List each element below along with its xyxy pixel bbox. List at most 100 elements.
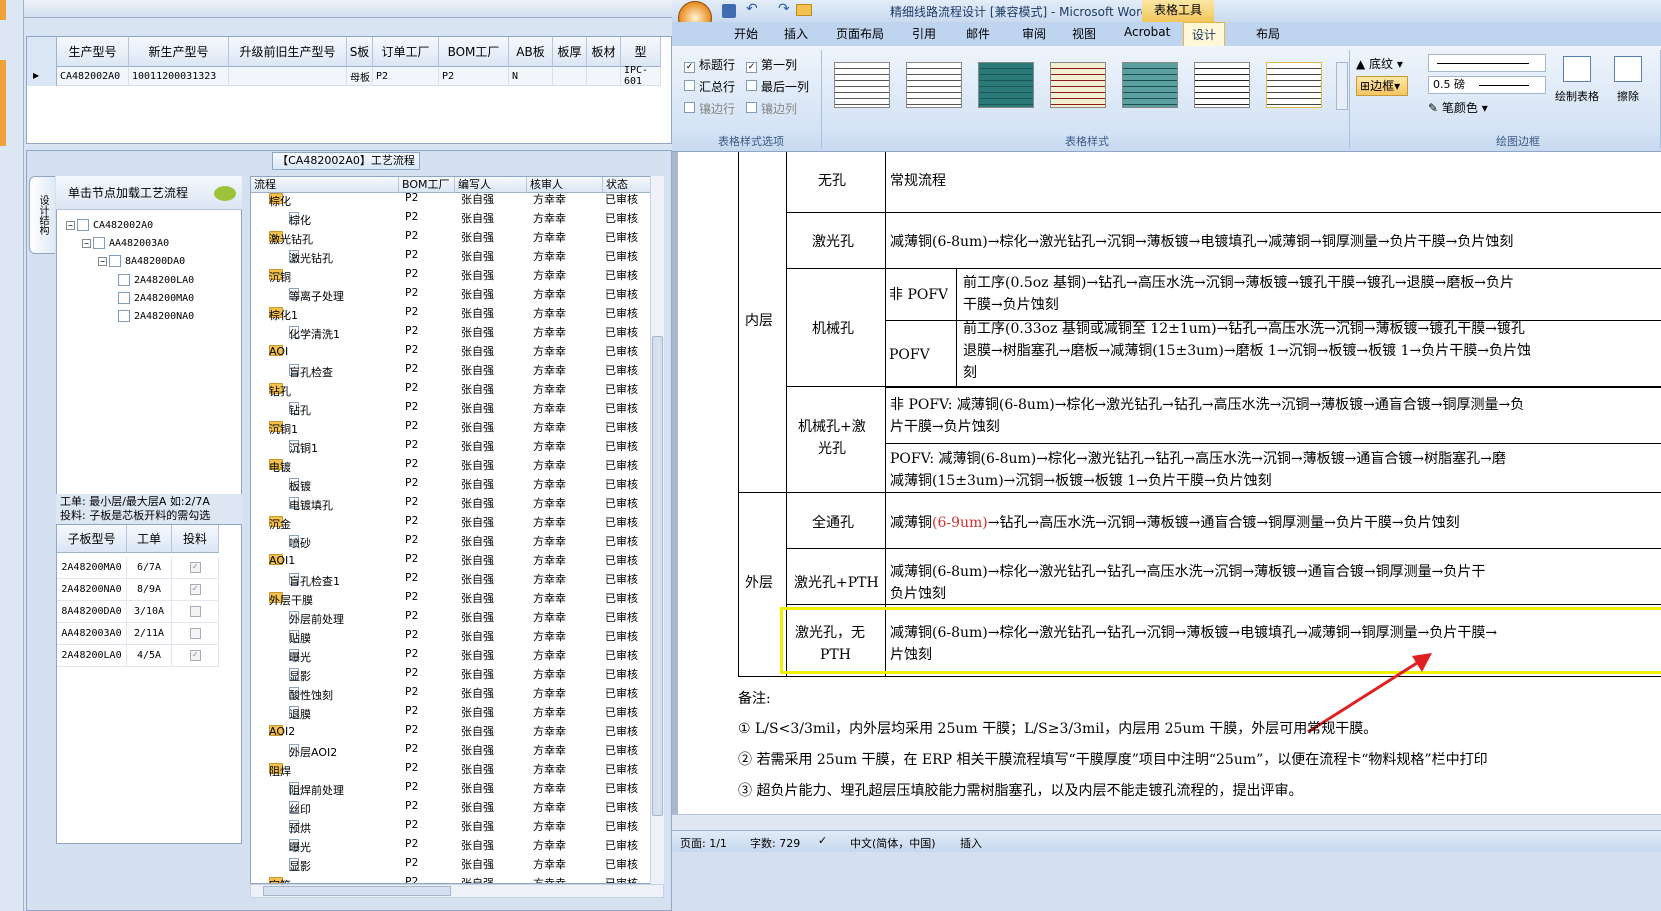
flow-row[interactable]: 丝印 P2 张自强 方幸幸 已审核 <box>251 797 649 816</box>
sub-board-grid[interactable]: 子板型号 工单 投料 2A48200MA0 6/7A ✓ 2A48200NA0 8/9A ✓ 8A… <box>56 524 242 844</box>
language[interactable]: 中文(简体，中国) <box>850 835 936 851</box>
flow-row[interactable]: AOI2 P2 张自强 方幸幸 已审核 <box>251 721 649 740</box>
table-cell[interactable]: 机械孔 <box>812 318 854 341</box>
flow-row[interactable]: 字符 P2 张自强 方幸幸 已审核 <box>251 873 649 883</box>
checkbox[interactable] <box>109 255 121 267</box>
grid1-header[interactable]: AB板 <box>509 37 553 67</box>
flow-row[interactable]: 等离子处理 P2 张自强 方幸幸 已审核 <box>251 284 649 303</box>
style-option[interactable]: 汇总行 <box>684 78 735 95</box>
flow-row[interactable]: 棕化 P2 张自强 方幸幸 已审核 <box>251 208 649 227</box>
table-cell[interactable]: 减薄铜(6-8um)→棕化→激光钻孔→沉铜→薄板镀→电镀填孔→减薄铜→铜厚测量→… <box>890 231 1661 254</box>
feed-checkbox[interactable] <box>189 606 201 617</box>
table-style-swatch[interactable] <box>1266 62 1322 108</box>
style-option[interactable]: 镶边行 <box>684 100 735 117</box>
grid1-header[interactable]: BOM工厂 <box>439 37 509 67</box>
subgrid-header[interactable]: 投料 <box>172 525 219 553</box>
flow-row[interactable]: AOI1 P2 张自强 方幸幸 已审核 <box>251 550 649 569</box>
save-icon[interactable] <box>722 4 736 18</box>
proofing-icon[interactable]: ✓ <box>818 834 827 847</box>
tree-node[interactable]: − 8A48200DA0 <box>98 254 185 270</box>
feed-checkbox[interactable]: ✓ <box>189 650 201 661</box>
table-cell[interactable]: 内层 <box>745 310 773 333</box>
doc-hscroll[interactable] <box>672 814 1661 830</box>
tab-1[interactable]: 插入 <box>784 25 808 42</box>
collapse-icon[interactable]: − <box>98 256 107 266</box>
open-icon[interactable] <box>796 4 812 16</box>
shading-button[interactable]: ▲ 底纹 ▾ <box>1356 55 1403 72</box>
styles-scroll[interactable] <box>1336 62 1348 110</box>
tree-node[interactable]: 2A48200NA0 <box>118 309 194 325</box>
flow-row[interactable]: 外层干膜 P2 张自强 方幸幸 已审核 <box>251 588 649 607</box>
table-cell[interactable]: 激光孔 <box>812 231 854 254</box>
table-style-swatch[interactable] <box>1122 62 1178 108</box>
tab-8[interactable]: 设计 <box>1183 22 1226 46</box>
table-cell[interactable]: 减薄铜(15±3um)→沉铜→板镀→板镀 1→负片干膜→负片蚀刻 <box>890 470 1272 493</box>
table-cell[interactable]: 激光孔+PTH <box>794 572 879 595</box>
feed-checkbox[interactable]: ✓ <box>189 584 201 595</box>
pen-color-button[interactable]: ✎ 笔颜色 ▾ <box>1428 99 1488 116</box>
subgrid-cell[interactable] <box>172 623 219 645</box>
flow-row[interactable]: 盲孔检查 P2 张自强 方幸幸 已审核 <box>251 360 649 379</box>
full-through-hole-flow[interactable]: 减薄铜(6-9um)→钻孔→高压水洗→沉铜→薄板镀→通盲合镀→铜厚测量→负片干膜… <box>890 512 1460 535</box>
flow-row[interactable]: 阻焊前处理 P2 张自强 方幸幸 已审核 <box>251 778 649 797</box>
option-checkbox[interactable] <box>684 80 695 91</box>
flow-row[interactable]: 沉铜 P2 张自强 方幸幸 已审核 <box>251 265 649 284</box>
draw-table-button[interactable]: 绘制表格 <box>1552 56 1602 104</box>
flow-vscroll[interactable] <box>650 176 664 884</box>
checkbox[interactable] <box>118 274 130 286</box>
option-checkbox[interactable] <box>684 102 695 113</box>
table-cell[interactable]: 外层 <box>745 572 773 595</box>
collapse-icon[interactable]: − <box>82 238 91 248</box>
grid1-header[interactable]: 型 <box>621 37 661 67</box>
grid1-header[interactable]: 生产型号 <box>57 37 129 67</box>
flow-row[interactable]: AOI P2 张自强 方幸幸 已审核 <box>251 341 649 360</box>
word-count[interactable]: 字数: 729 <box>750 835 800 851</box>
table-cell[interactable]: POFV <box>889 344 930 367</box>
grid1-header[interactable]: 升级前旧生产型号 <box>229 37 347 67</box>
checkbox[interactable] <box>93 237 105 249</box>
page-count[interactable]: 页面: 1/1 <box>680 835 727 851</box>
grid1-cell[interactable]: IPC-601 <box>621 65 661 87</box>
flow-row[interactable]: 棕化1 P2 张自强 方幸幸 已审核 <box>251 303 649 322</box>
flow-row[interactable]: 钻孔 P2 张自强 方幸幸 已审核 <box>251 398 649 417</box>
flow-row[interactable]: 曝光 P2 张自强 方幸幸 已审核 <box>251 835 649 854</box>
flow-row[interactable]: 酸性蚀刻 P2 张自强 方幸幸 已审核 <box>251 683 649 702</box>
erase-button[interactable]: 擦除 <box>1606 56 1650 104</box>
collapse-icon[interactable]: − <box>66 220 75 230</box>
flow-row[interactable]: 棕化 P2 张自强 方幸幸 已审核 <box>251 189 649 208</box>
checkbox[interactable] <box>77 219 89 231</box>
line-weight-dropdown[interactable]: 0.5 磅 <box>1428 76 1546 94</box>
style-option[interactable]: ✓ 第一列 <box>746 56 797 73</box>
flow-row[interactable]: 外层前处理 P2 张自强 方幸幸 已审核 <box>251 607 649 626</box>
table-cell[interactable]: 刻 <box>963 362 977 385</box>
table-cell[interactable]: 前工序(0.33oz 基铜或减铜至 12±1um)→钻孔→高压水洗→沉铜→薄板镀… <box>963 318 1661 341</box>
grid1-cell[interactable] <box>229 67 347 86</box>
flow-row[interactable]: 板镀 P2 张自强 方幸幸 已审核 <box>251 474 649 493</box>
flow-row[interactable]: 激光钻孔 P2 张自强 方幸幸 已审核 <box>251 246 649 265</box>
table-cell[interactable]: 机械孔+激 <box>798 416 866 439</box>
feed-checkbox[interactable] <box>189 628 201 639</box>
table-cell[interactable]: 退膜→树脂塞孔→磨板→减薄铜(15±3um)→磨板 1→沉铜→板镀→板镀 1→负… <box>963 340 1661 363</box>
grid1-cell[interactable]: N <box>509 67 553 86</box>
redo-icon[interactable]: ↷ <box>778 1 790 17</box>
option-checkbox[interactable]: ✓ <box>684 62 695 73</box>
subgrid-cell[interactable]: ✓ <box>172 557 219 579</box>
grid1-cell[interactable] <box>553 67 587 86</box>
flow-row[interactable]: 盲孔检查1 P2 张自强 方幸幸 已审核 <box>251 569 649 588</box>
table-cell[interactable]: 减薄铜(6-8um)→棕化→激光钻孔→钻孔→高压水洗→沉铜→薄板镀→通盲合镀→铜… <box>890 561 1661 584</box>
flow-row[interactable]: 化学清洗1 P2 张自强 方幸幸 已审核 <box>251 322 649 341</box>
table-style-swatch[interactable] <box>1194 62 1250 108</box>
table-style-swatch[interactable] <box>978 62 1034 108</box>
tree-node[interactable]: 2A48200LA0 <box>118 273 194 289</box>
table-cell[interactable]: 干膜→负片蚀刻 <box>963 294 1059 317</box>
flow-grid[interactable]: 流程 BOM工厂 编写人 核审人 状态 棕化 P2 张自强 方幸幸 已审核 棕化 P2 张自强 方幸幸 已审… <box>250 176 664 884</box>
flow-row[interactable]: 喷砂 P2 张自强 方幸幸 已审核 <box>251 531 649 550</box>
tree-node[interactable]: − AA482003A0 <box>82 236 169 252</box>
undo-icon[interactable]: ↶ <box>746 1 758 17</box>
table-cell[interactable]: 无孔 <box>818 170 846 193</box>
tree-node[interactable]: − CA482002A0 <box>66 218 153 234</box>
flow-row[interactable]: 贴膜 P2 张自强 方幸幸 已审核 <box>251 626 649 645</box>
tab-5[interactable]: 审阅 <box>1022 25 1046 42</box>
table-style-swatch[interactable] <box>1050 62 1106 108</box>
subgrid-cell[interactable]: ✓ <box>172 645 219 667</box>
